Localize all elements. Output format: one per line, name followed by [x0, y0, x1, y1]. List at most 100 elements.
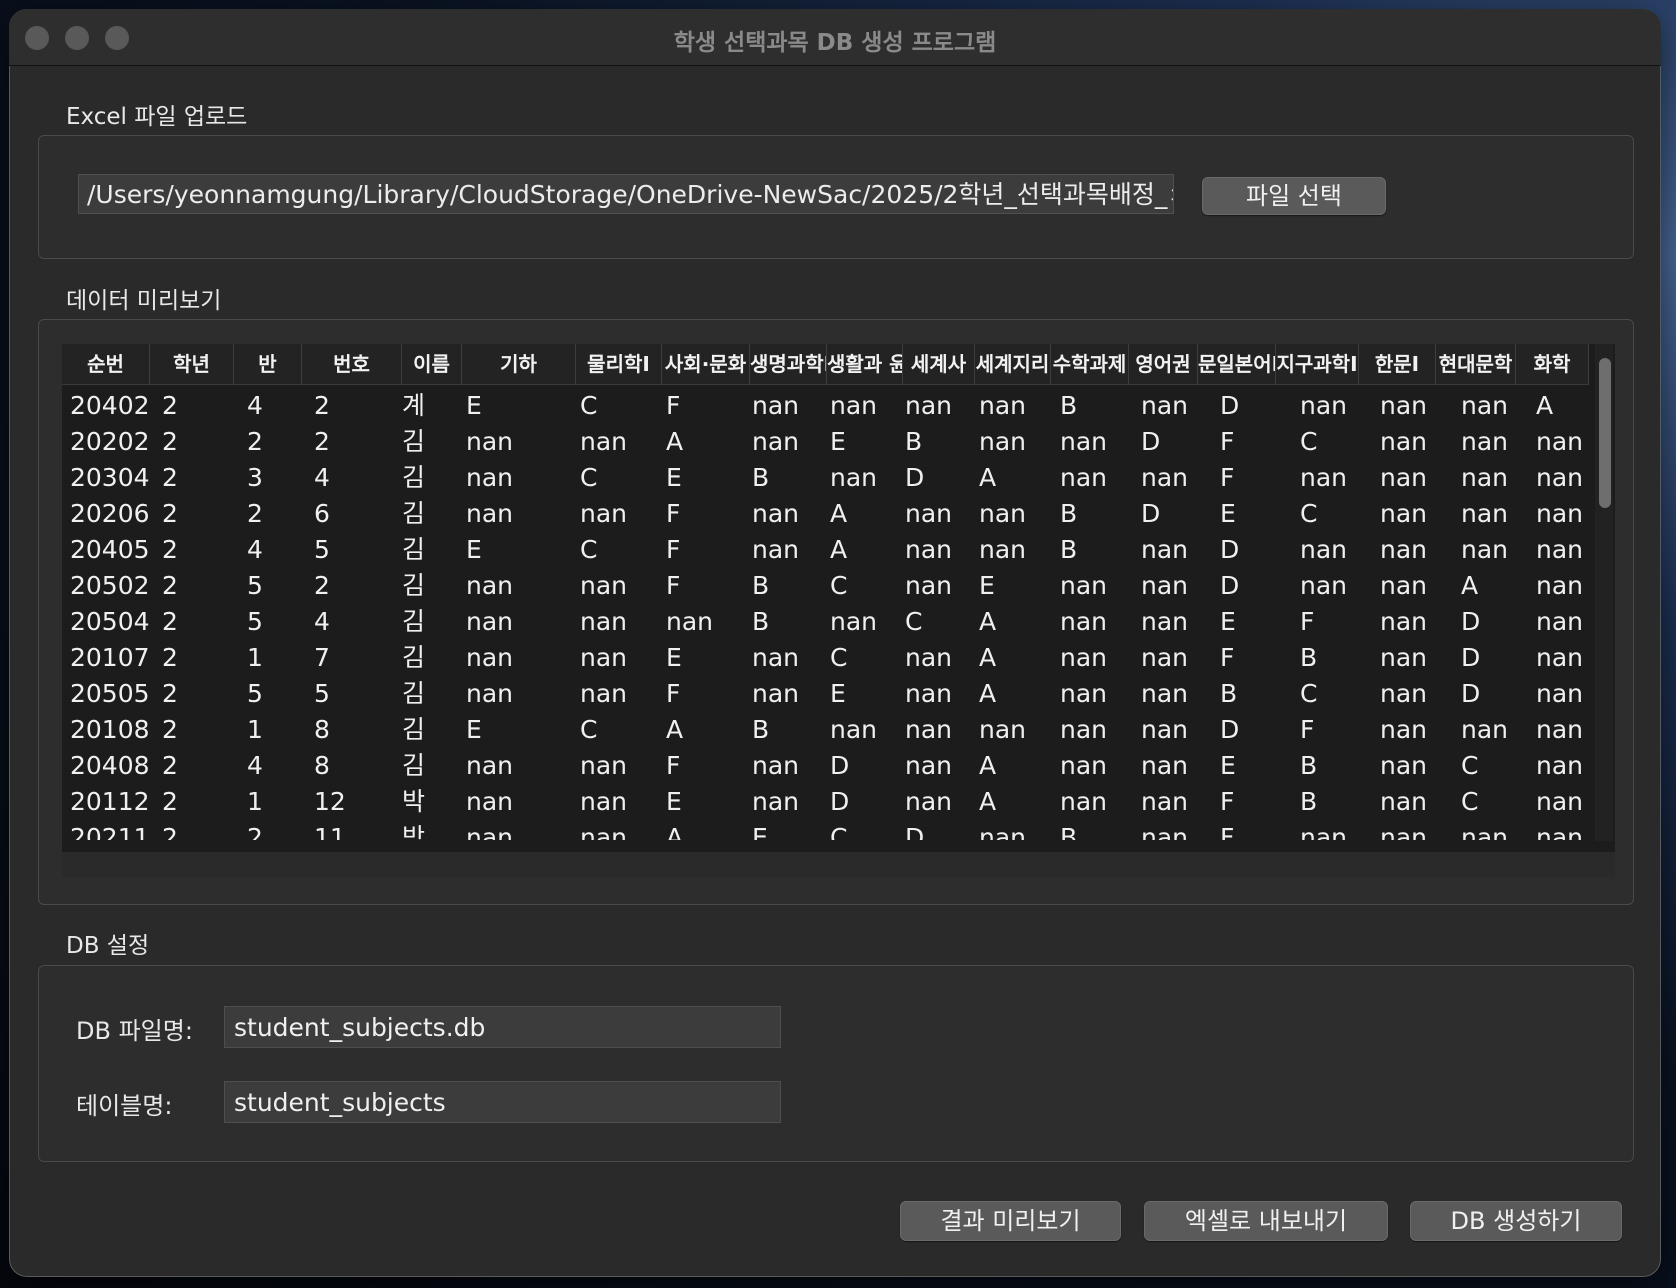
table-cell: B: [1220, 679, 1238, 708]
select-file-button[interactable]: 파일 선택: [1202, 177, 1386, 215]
table-cell: nan: [905, 535, 953, 564]
horizontal-scrollbar[interactable]: [62, 852, 1615, 877]
table-cell: nan: [830, 715, 878, 744]
column-header[interactable]: 영어권: [1129, 344, 1198, 384]
column-header[interactable]: 순번: [62, 344, 150, 384]
table-cell: A: [979, 751, 997, 780]
table-cell: nan: [1380, 607, 1428, 636]
table-row[interactable]: 20108 2 1 8 김 E C A Bnan nan nan nan nan D Fnan nan nan: [62, 712, 1589, 748]
table-cell: A: [1536, 391, 1554, 420]
table-cell: nan: [1060, 571, 1108, 600]
column-header[interactable]: 수학과제: [1051, 344, 1129, 384]
table-row[interactable]: 20502 2 5 2 김 nan nan F B Cnan Enan nan Dnan nan Anan: [62, 568, 1589, 604]
column-header[interactable]: 반: [234, 344, 302, 384]
table-cell: E: [752, 823, 768, 840]
table-cell: nan: [1300, 823, 1348, 840]
column-header[interactable]: 세계지리: [975, 344, 1051, 384]
table-row[interactable]: 20211 2 2 11 박 nan nan A E C Dnan Bnan Fnan nan nan nan: [62, 820, 1589, 840]
table-cell: D: [905, 823, 925, 840]
upload-section-label: Excel 파일 업로드: [66, 104, 248, 130]
column-header[interactable]: 지구과학I: [1276, 344, 1359, 384]
table-cell: B: [1300, 751, 1318, 780]
table-cell: D: [830, 787, 850, 816]
table-cell: nan: [1300, 463, 1348, 492]
column-header[interactable]: 번호: [302, 344, 402, 384]
table-cell: nan: [1060, 427, 1108, 456]
column-header[interactable]: 한문I: [1359, 344, 1436, 384]
table-row[interactable]: 20405 2 4 5 김 E C Fnan Anan nan Bnan Dnan nan nan nan: [62, 532, 1589, 568]
table-cell: 4: [247, 535, 263, 564]
table-cell: nan: [1536, 463, 1584, 492]
column-header[interactable]: 현대문학: [1436, 344, 1516, 384]
file-path-field[interactable]: /Users/yeonnamgung/Library/CloudStorage/…: [78, 174, 1174, 214]
preview-result-button[interactable]: 결과 미리보기: [900, 1201, 1121, 1241]
column-header[interactable]: 화학: [1516, 344, 1589, 384]
table-cell: nan: [905, 751, 953, 780]
table-cell: 4: [314, 607, 330, 636]
table-cell: nan: [466, 499, 514, 528]
table-cell: F: [666, 679, 681, 708]
table-cell: nan: [466, 823, 514, 840]
table-cell: 12: [314, 787, 346, 816]
create-db-button[interactable]: DB 생성하기: [1410, 1201, 1622, 1241]
table-cell: 김: [402, 643, 426, 672]
table-name-input[interactable]: student_subjects: [224, 1081, 781, 1123]
table-row[interactable]: 20505 2 5 5 김 nan nan Fnan Enan Anan nan B Cnan Dnan: [62, 676, 1589, 712]
table-cell: E: [1220, 751, 1236, 780]
table-row[interactable]: 20112 2 1 12 박 nan nan Enan Dnan Anan nan F Bnan Cnan: [62, 784, 1589, 820]
preview-table[interactable]: 순번 학년 반 번호 이름 기하 물리학I 사회·문화 생명과학I 생활과 윤 세계사 세계지리 수학과…: [62, 344, 1615, 877]
db-file-input[interactable]: student_subjects.db: [224, 1006, 781, 1048]
table-cell: C: [1300, 679, 1318, 708]
table-cell: nan: [580, 751, 628, 780]
vertical-scrollbar[interactable]: [1595, 344, 1613, 841]
table-cell: nan: [1300, 391, 1348, 420]
column-header[interactable]: 생활과 윤: [827, 344, 903, 384]
column-header[interactable]: 문일본어I: [1198, 344, 1276, 384]
column-header[interactable]: 기하: [462, 344, 576, 384]
table-cell: nan: [580, 643, 628, 672]
table-cell: D: [905, 463, 925, 492]
table-cell: F: [666, 391, 681, 420]
column-header[interactable]: 사회·문화: [662, 344, 750, 384]
table-row[interactable]: 20202 2 2 2 김 nan nan Anan E Bnan nan D F Cnan nan nan: [62, 424, 1589, 460]
table-row[interactable]: 20304 2 3 4 김 nan C E Bnan D Anan nan Fnan nan nan nan: [62, 460, 1589, 496]
column-header[interactable]: 세계사: [903, 344, 975, 384]
table-cell: F: [666, 499, 681, 528]
column-header[interactable]: 학년: [150, 344, 234, 384]
table-cell: A: [666, 823, 684, 840]
table-cell: C: [1300, 499, 1318, 528]
window-title: 학생 선택과목 DB 생성 프로그램: [673, 30, 997, 56]
table-cell: D: [1141, 427, 1161, 456]
table-cell: A: [830, 535, 848, 564]
table-cell: nan: [979, 535, 1027, 564]
vertical-scrollbar-thumb[interactable]: [1599, 358, 1611, 508]
table-cell: C: [580, 463, 598, 492]
table-row[interactable]: 20504 2 5 4 김 nan nan nan Bnan C Anan nan E Fnan Dnan: [62, 604, 1589, 640]
export-excel-button[interactable]: 엑셀로 내보내기: [1144, 1201, 1388, 1241]
table-cell: nan: [830, 463, 878, 492]
table-cell: E: [1220, 607, 1236, 636]
column-header[interactable]: 물리학I: [576, 344, 662, 384]
table-cell: C: [830, 571, 848, 600]
table-cell: D: [1220, 571, 1240, 600]
table-cell: nan: [1141, 571, 1189, 600]
table-cell: nan: [752, 427, 800, 456]
column-header[interactable]: 이름: [402, 344, 462, 384]
table-cell: 4: [247, 751, 263, 780]
table-cell: nan: [466, 751, 514, 780]
table-cell: nan: [905, 643, 953, 672]
table-cell: nan: [1380, 571, 1428, 600]
table-cell: 2: [314, 427, 330, 456]
table-row[interactable]: 20107 2 1 7 김 nan nan Enan Cnan Anan nan F Bnan Dnan: [62, 640, 1589, 676]
table-cell: nan: [752, 391, 800, 420]
table-cell: B: [905, 427, 923, 456]
table-cell: C: [830, 643, 848, 672]
table-cell: nan: [1380, 751, 1428, 780]
table-row[interactable]: 20408 2 4 8 김 nan nan Fnan Dnan Anan nan E Bnan Cnan: [62, 748, 1589, 784]
table-row[interactable]: 20206 2 2 6 김 nan nan Fnan Anan nan B D E Cnan nan nan: [62, 496, 1589, 532]
table-cell: B: [1300, 643, 1318, 672]
table-body: 20402 2 4 2 계 E C Fnan nan nan nan Bnan Dnan nan nan A 2…: [62, 388, 1589, 840]
column-header[interactable]: 생명과학I: [750, 344, 827, 384]
table-row[interactable]: 20402 2 4 2 계 E C Fnan nan nan nan Bnan Dnan nan nan A: [62, 388, 1589, 424]
table-cell: nan: [1141, 679, 1189, 708]
